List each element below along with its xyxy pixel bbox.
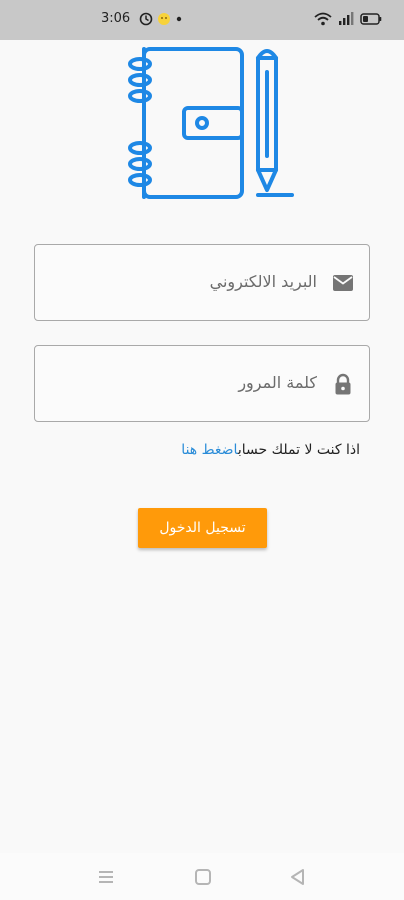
signup-prompt-row: اذا كنت لا تملك حساباضغط هنا	[181, 442, 360, 458]
sync-icon	[139, 10, 153, 28]
email-field[interactable]: البريد الالكتروني	[34, 244, 370, 321]
envelope-icon	[331, 271, 355, 295]
signup-prompt-text: اذا كنت لا تملك حساب	[237, 442, 360, 458]
home-square-icon[interactable]	[193, 867, 213, 887]
signup-link[interactable]: اضغط هنا	[181, 442, 238, 458]
lock-icon	[331, 372, 355, 396]
password-field[interactable]: كلمة المرور	[34, 345, 370, 422]
wifi-icon	[314, 10, 332, 28]
emoji-icon	[157, 10, 171, 28]
battery-icon	[360, 10, 382, 28]
nav-bar	[0, 853, 404, 900]
status-time: 3:06	[101, 11, 131, 26]
menu-icon[interactable]	[96, 867, 116, 887]
notebook-pen-icon	[124, 44, 298, 204]
signal-icon	[338, 10, 354, 28]
status-bar: 3:06	[0, 0, 404, 40]
email-placeholder: البريد الالكتروني	[209, 272, 317, 291]
back-triangle-icon[interactable]	[288, 867, 308, 887]
dot-icon	[176, 10, 182, 28]
password-placeholder: كلمة المرور	[238, 373, 317, 392]
login-button[interactable]: تسجيل الدخول	[138, 508, 267, 548]
